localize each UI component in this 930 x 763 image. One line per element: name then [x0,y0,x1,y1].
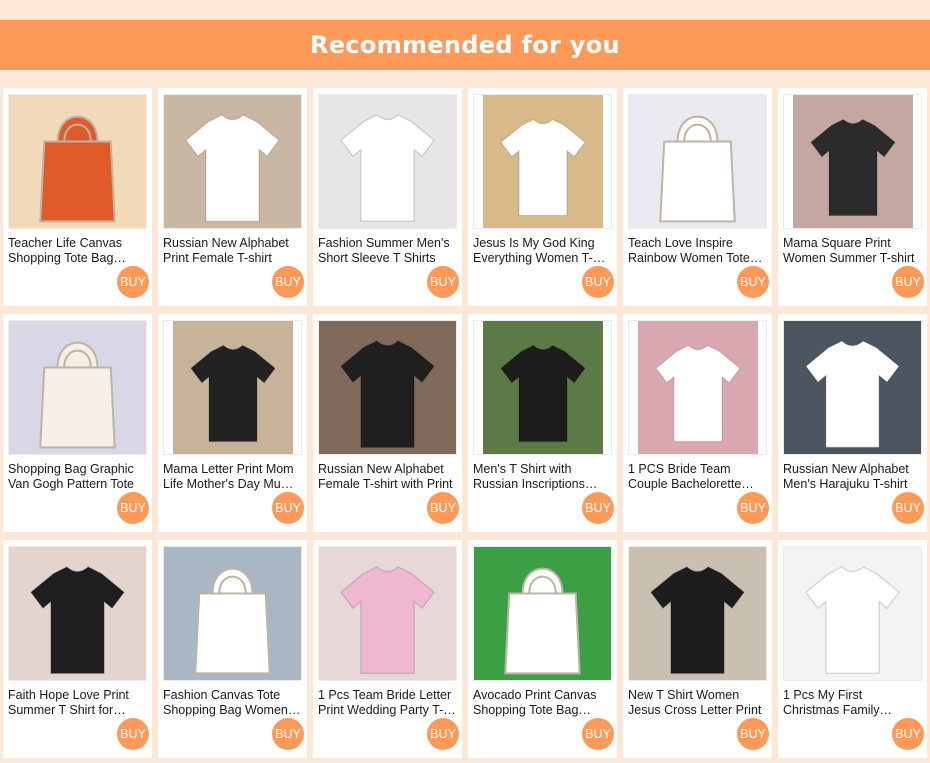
buy-button[interactable]: BUY [427,266,459,298]
product-card[interactable]: Mama Square Print Women Summer T-shirt BU… [778,88,927,306]
buy-button[interactable]: BUY [427,492,459,524]
t-shirt-photo [319,547,456,680]
t-shirt-photo [482,95,603,228]
product-card[interactable]: Avocado Print Canvas Shopping Tote Bag W… [468,540,617,758]
product-title[interactable]: Faith Hope Love Print Summer T Shirt for… [8,688,146,718]
t-shirt-photo [784,547,921,680]
product-title[interactable]: Teach Love Inspire Rainbow Women Tote Ba… [628,236,766,266]
product-title[interactable]: 1 Pcs Team Bride Letter Print Wedding Pa… [318,688,456,718]
buy-button[interactable]: BUY [737,492,769,524]
tote-bag-photo [9,95,146,228]
tote-bag-photo [164,547,301,680]
buy-button[interactable]: BUY [272,718,304,750]
t-shirt-photo [319,95,456,228]
buy-button[interactable]: BUY [737,718,769,750]
t-shirt-photo [319,321,456,454]
buy-button[interactable]: BUY [272,266,304,298]
product-image[interactable] [318,546,457,681]
product-title[interactable]: 1 Pcs My First Christmas Family Matching… [783,688,921,718]
product-image[interactable] [628,320,767,455]
recommended-banner: Recommended for you [0,20,930,70]
product-title[interactable]: Jesus Is My God King Everything Women T-… [473,236,611,266]
product-title[interactable]: Russian New Alphabet Female T-shirt with… [318,462,456,492]
product-title[interactable]: Fashion Summer Men's Short Sleeve T Shir… [318,236,456,266]
product-image[interactable] [163,546,302,681]
product-image[interactable] [318,94,457,229]
product-card[interactable]: Russian New Alphabet Female T-shirt with… [313,314,462,532]
product-title[interactable]: Fashion Canvas Tote Shopping Bag Women Q… [163,688,301,718]
product-image[interactable] [8,94,147,229]
product-image[interactable] [318,320,457,455]
product-card[interactable]: New T Shirt Women Jesus Cross Letter Pri… [623,540,772,758]
t-shirt-photo [784,321,921,454]
tote-bag-photo [9,321,146,454]
product-image[interactable] [8,546,147,681]
product-image[interactable] [473,546,612,681]
product-title[interactable]: Mama Square Print Women Summer T-shirt [783,236,921,266]
buy-button[interactable]: BUY [582,718,614,750]
product-image[interactable] [473,320,612,455]
product-card[interactable]: Faith Hope Love Print Summer T Shirt for… [3,540,152,758]
t-shirt-photo [9,547,146,680]
buy-button[interactable]: BUY [117,266,149,298]
t-shirt-photo [637,321,758,454]
product-card[interactable]: Teacher Life Canvas Shopping Tote Bag Te… [3,88,152,306]
tote-bag-photo [474,547,611,680]
product-card[interactable]: Russian New Alphabet Print Female T-shir… [158,88,307,306]
product-card[interactable]: 1 PCS Bride Team Couple Bachelorette Par… [623,314,772,532]
buy-button[interactable]: BUY [117,718,149,750]
product-title[interactable]: Shopping Bag Graphic Van Gogh Pattern To… [8,462,146,492]
product-card[interactable]: 1 Pcs My First Christmas Family Matching… [778,540,927,758]
product-title[interactable]: Teacher Life Canvas Shopping Tote Bag Te… [8,236,146,266]
buy-button[interactable]: BUY [272,492,304,524]
buy-button[interactable]: BUY [892,266,924,298]
product-card[interactable]: Teach Love Inspire Rainbow Women Tote Ba… [623,88,772,306]
t-shirt-photo [792,95,913,228]
product-card[interactable]: 1 Pcs Team Bride Letter Print Wedding Pa… [313,540,462,758]
buy-button[interactable]: BUY [582,266,614,298]
buy-button[interactable]: BUY [892,492,924,524]
buy-button[interactable]: BUY [892,718,924,750]
product-card[interactable]: Shopping Bag Graphic Van Gogh Pattern To… [3,314,152,532]
t-shirt-photo [629,547,766,680]
product-title[interactable]: Russian New Alphabet Print Female T-shir… [163,236,301,266]
t-shirt-photo [164,95,301,228]
product-title[interactable]: 1 PCS Bride Team Couple Bachelorette Par… [628,462,766,492]
buy-button[interactable]: BUY [117,492,149,524]
product-card[interactable]: Jesus Is My God King Everything Women T-… [468,88,617,306]
product-image[interactable] [628,94,767,229]
product-card[interactable]: Russian New Alphabet Men's Harajuku T-sh… [778,314,927,532]
product-image[interactable] [8,320,147,455]
product-grid: Teacher Life Canvas Shopping Tote Bag Te… [3,88,927,758]
buy-button[interactable]: BUY [737,266,769,298]
banner-title: Recommended for you [310,31,620,59]
product-image[interactable] [163,320,302,455]
product-title[interactable]: Avocado Print Canvas Shopping Tote Bag W… [473,688,611,718]
product-image[interactable] [473,94,612,229]
product-title[interactable]: Men's T Shirt with Russian Inscriptions … [473,462,611,492]
product-title[interactable]: Russian New Alphabet Men's Harajuku T-sh… [783,462,921,492]
product-image[interactable] [783,320,922,455]
t-shirt-photo [482,321,603,454]
t-shirt-photo [172,321,293,454]
product-image[interactable] [783,94,922,229]
product-image[interactable] [783,546,922,681]
tote-bag-photo [629,95,766,228]
product-title[interactable]: Mama Letter Print Mom Life Mother's Day … [163,462,301,492]
product-title[interactable]: New T Shirt Women Jesus Cross Letter Pri… [628,688,766,718]
buy-button[interactable]: BUY [427,718,459,750]
product-image[interactable] [628,546,767,681]
product-card[interactable]: Men's T Shirt with Russian Inscriptions … [468,314,617,532]
buy-button[interactable]: BUY [582,492,614,524]
product-card[interactable]: Fashion Canvas Tote Shopping Bag Women Q… [158,540,307,758]
product-card[interactable]: Mama Letter Print Mom Life Mother's Day … [158,314,307,532]
product-card[interactable]: Fashion Summer Men's Short Sleeve T Shir… [313,88,462,306]
product-image[interactable] [163,94,302,229]
